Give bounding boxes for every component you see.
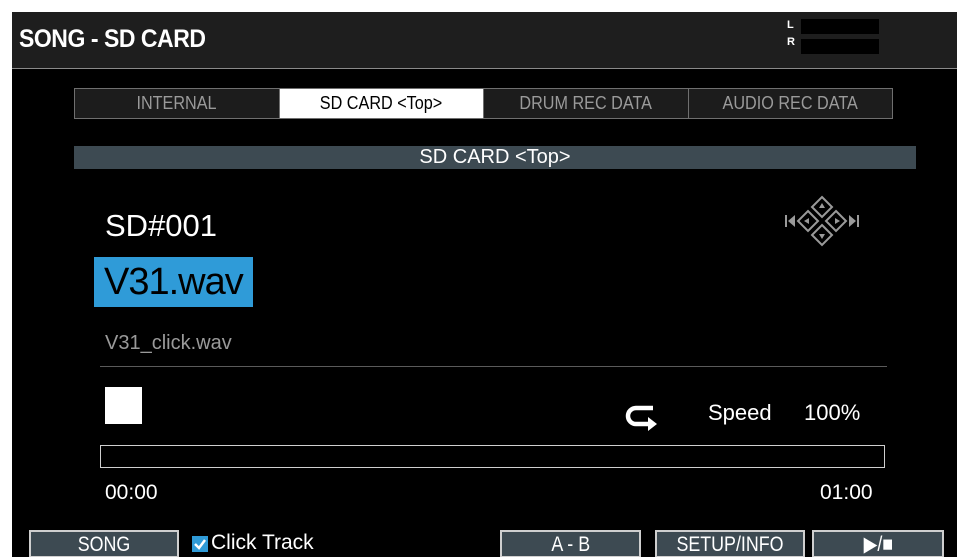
skip-back-icon — [785, 215, 795, 227]
stop-icon — [105, 387, 142, 424]
click-track-file: V31_click.wav — [105, 332, 232, 354]
ab-button[interactable]: A - B — [500, 530, 641, 557]
song-number: SD#001 — [105, 208, 218, 243]
button-label: A - B — [551, 533, 590, 556]
meter-right-label: R — [787, 36, 795, 48]
cursor-pad-icon — [785, 195, 859, 247]
level-meter-left — [801, 19, 879, 34]
song-screen: SONG - SD CARD L R INTERNAL SD CARD <Top… — [12, 12, 957, 557]
button-label: ▶/■ — [863, 533, 893, 556]
tab-label: INTERNAL — [136, 93, 217, 113]
speed-label: Speed — [708, 400, 772, 425]
header: SONG - SD CARD L R — [12, 12, 957, 69]
tab-internal[interactable]: INTERNAL — [75, 89, 280, 118]
song-source-button[interactable]: SONG SOURCE — [29, 530, 179, 557]
selected-song-file[interactable]: V31.wav — [94, 257, 253, 307]
tab-sd-card[interactable]: SD CARD <Top> — [279, 89, 484, 118]
tab-audio-rec-data[interactable]: AUDIO REC DATA — [689, 89, 893, 118]
song-progress-bar[interactable] — [100, 445, 885, 468]
loop-icon[interactable] — [625, 400, 663, 432]
time-start: 00:00 — [105, 481, 158, 504]
tab-drum-rec-data[interactable]: DRUM REC DATA — [484, 89, 689, 118]
time-end: 01:00 — [820, 481, 873, 504]
button-label: SONG SOURCE — [77, 533, 131, 556]
click-track-checkbox[interactable] — [192, 536, 208, 552]
click-track-label: Click Track — [211, 531, 314, 554]
tab-label: AUDIO REC DATA — [722, 93, 858, 113]
checkbox-icon — [194, 539, 206, 550]
section-title: SD CARD <Top> — [74, 146, 916, 169]
meter-left-label: L — [787, 19, 794, 31]
level-meter-right — [801, 39, 879, 54]
divider — [100, 366, 887, 367]
skip-forward-icon — [849, 215, 859, 227]
setup-info-button[interactable]: SETUP/INFO — [655, 530, 805, 557]
button-label: SETUP/INFO — [676, 533, 784, 556]
speed-value[interactable]: 100% — [804, 400, 860, 426]
play-stop-button[interactable]: ▶/■ — [812, 530, 944, 557]
source-tabs: INTERNAL SD CARD <Top> DRUM REC DATA AUD… — [74, 88, 893, 119]
tab-label: DRUM REC DATA — [519, 93, 653, 113]
tab-label: SD CARD <Top> — [320, 93, 443, 113]
page-title: SONG - SD CARD — [19, 25, 206, 53]
